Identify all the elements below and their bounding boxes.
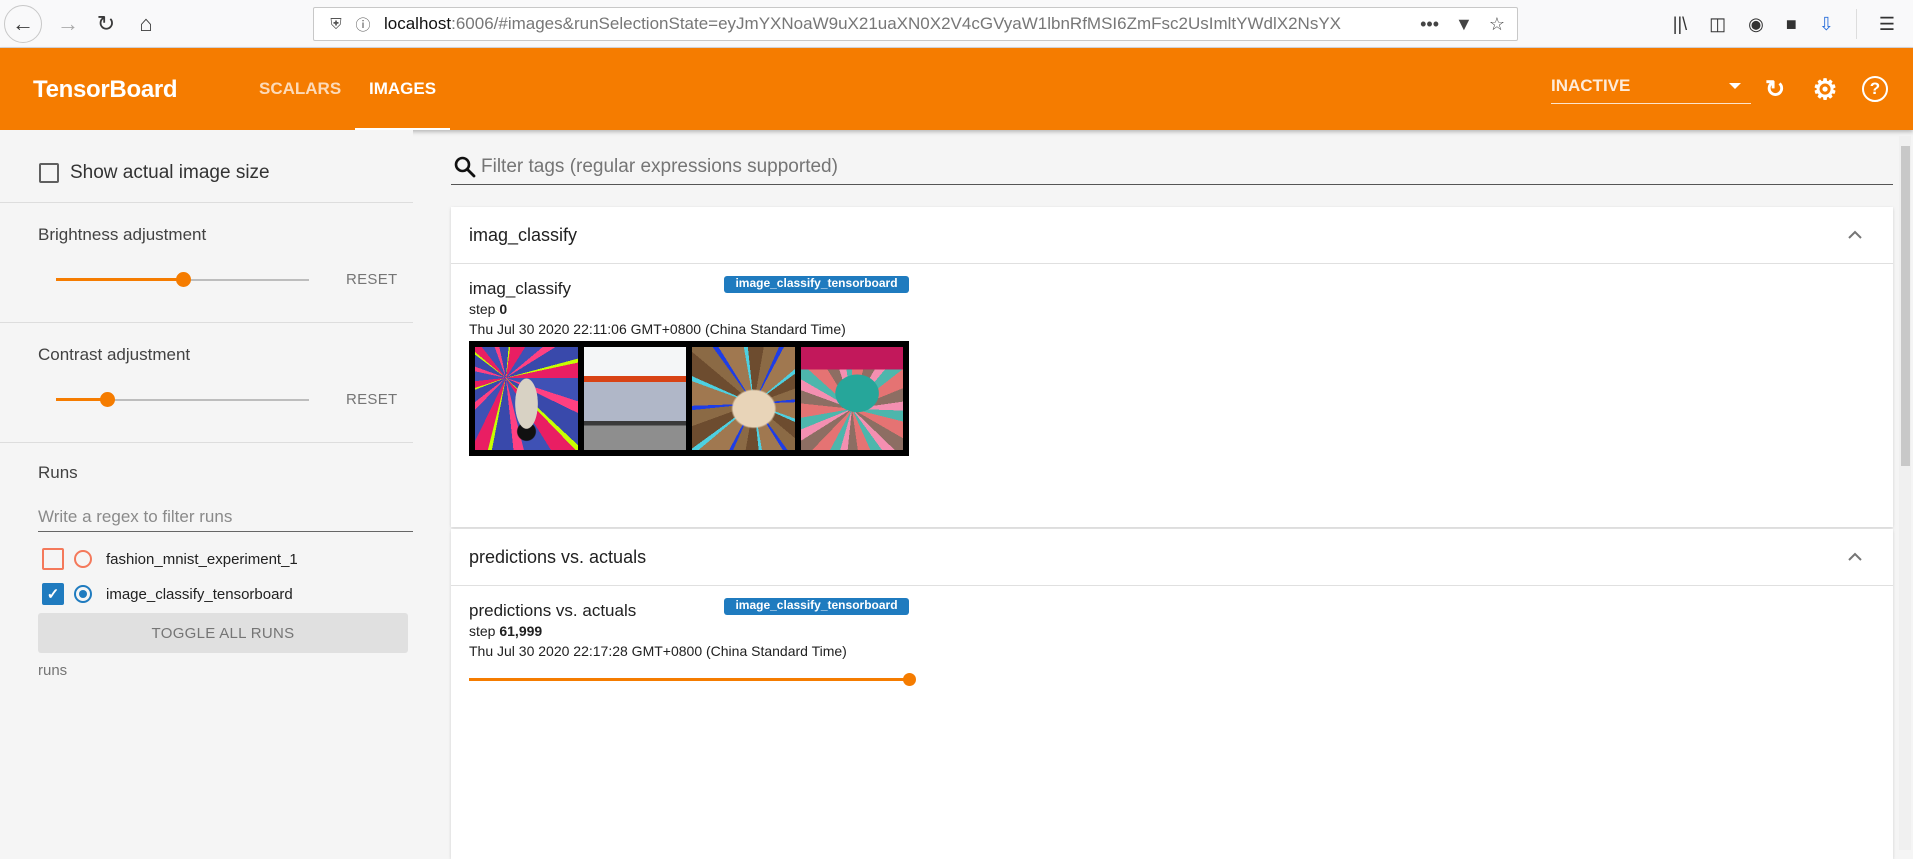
- bookmark-star-icon[interactable]: ☆: [1489, 14, 1505, 35]
- thumbnail-image: [583, 347, 686, 450]
- card-title: imag_classify: [469, 279, 572, 298]
- sidebar: Show actual image size Brightness adjust…: [0, 130, 413, 850]
- step-value: 0: [499, 301, 508, 317]
- download-extension-icon[interactable]: ⇩: [1819, 14, 1834, 35]
- slider-knob[interactable]: [99, 392, 115, 407]
- runs-filter-input[interactable]: [38, 502, 413, 532]
- forward-icon: →: [57, 11, 79, 36]
- reload-mode-value: INACTIVE: [1551, 76, 1631, 95]
- contrast-reset-button[interactable]: RESET: [346, 391, 398, 408]
- home-icon: ⌂: [139, 11, 153, 36]
- back-button[interactable]: ←: [4, 5, 42, 43]
- brightness-reset-button[interactable]: RESET: [346, 271, 398, 288]
- toolbar-divider: [1855, 9, 1857, 39]
- extension-icon[interactable]: ■: [1786, 14, 1797, 35]
- run-checkbox[interactable]: ✓: [42, 583, 64, 605]
- home-button[interactable]: ⌂: [128, 6, 164, 42]
- tag-pane: predictions vs. actuals predictions vs. …: [451, 529, 1893, 859]
- brightness-label: Brightness adjustment: [38, 225, 207, 244]
- refresh-button[interactable]: ↻: [1760, 74, 1790, 104]
- run-checkbox[interactable]: [42, 548, 64, 570]
- brightness-section: Brightness adjustment RESET: [0, 203, 413, 323]
- scrollbar-thumb[interactable]: [1901, 146, 1910, 466]
- pane-title: predictions vs. actuals: [469, 547, 647, 567]
- runs-footer-label: runs: [38, 662, 68, 679]
- tag-filter-input[interactable]: [451, 150, 1893, 185]
- app-header: TensorBoard SCALARS IMAGES INACTIVE ↻ ⚙ …: [0, 48, 1913, 130]
- runs-title: Runs: [38, 463, 78, 482]
- thumbnail-image: [800, 347, 903, 450]
- account-icon[interactable]: ◉: [1748, 14, 1764, 35]
- show-actual-size-section: Show actual image size: [0, 130, 413, 203]
- run-chip: image_classify_tensorboard: [724, 598, 909, 615]
- gear-icon: ⚙: [1812, 73, 1838, 105]
- card-timestamp: Thu Jul 30 2020 22:11:06 GMT+0800 (China…: [469, 321, 846, 337]
- slider-knob[interactable]: [175, 272, 191, 287]
- run-radio[interactable]: [74, 585, 92, 603]
- url-text[interactable]: localhost:6006/#images&runSelectionState…: [384, 14, 1420, 34]
- tag-pane: imag_classify imag_classify image_classi…: [451, 207, 1893, 527]
- show-actual-size-label[interactable]: Show actual image size: [70, 162, 270, 184]
- radio-dot: [79, 555, 87, 563]
- step-slider[interactable]: [469, 673, 916, 687]
- image-grid[interactable]: [469, 341, 909, 456]
- url-host: localhost: [384, 14, 452, 33]
- tab-scalars[interactable]: SCALARS: [245, 48, 355, 130]
- slider-fill: [469, 678, 909, 681]
- card-step: step 61,999: [469, 623, 542, 639]
- main-content: imag_classify imag_classify image_classi…: [413, 130, 1911, 859]
- help-button[interactable]: ?: [1860, 74, 1890, 104]
- reload-mode-select[interactable]: INACTIVE: [1551, 74, 1751, 104]
- scrollbar[interactable]: [1899, 136, 1911, 850]
- contrast-label: Contrast adjustment: [38, 345, 191, 364]
- back-icon: ←: [12, 11, 34, 36]
- card-timestamp: Thu Jul 30 2020 22:17:28 GMT+0800 (China…: [469, 643, 847, 659]
- browser-toolbar: ← → ↻ ⌂ ⛨ ⓘ localhost:6006/#images&runSe…: [0, 0, 1913, 48]
- tab-images[interactable]: IMAGES: [355, 48, 451, 130]
- contrast-slider[interactable]: [56, 390, 309, 410]
- reload-button[interactable]: ↻: [88, 6, 124, 42]
- step-label: step: [469, 301, 496, 317]
- settings-button[interactable]: ⚙: [1810, 73, 1840, 105]
- card-title: predictions vs. actuals: [469, 601, 637, 620]
- run-radio[interactable]: [74, 550, 92, 568]
- run-name: fashion_mnist_experiment_1: [106, 550, 298, 568]
- sidebar-icon[interactable]: ◫: [1709, 14, 1726, 35]
- forward-button[interactable]: →: [50, 6, 86, 42]
- card-step: step 0: [469, 301, 507, 317]
- pane-header[interactable]: predictions vs. actuals: [451, 529, 1893, 586]
- run-item[interactable]: ✓ image_classify_tensorboard: [42, 582, 293, 606]
- more-icon[interactable]: •••: [1420, 14, 1439, 35]
- chevron-up-icon[interactable]: [1845, 547, 1865, 567]
- help-icon: ?: [1862, 76, 1888, 102]
- brightness-slider[interactable]: [56, 270, 309, 290]
- radio-dot: [79, 590, 87, 598]
- contrast-section: Contrast adjustment RESET: [0, 323, 413, 443]
- toggle-all-runs-button[interactable]: TOGGLE ALL RUNS: [38, 613, 408, 653]
- pane-header[interactable]: imag_classify: [451, 207, 1893, 264]
- step-value: 61,999: [499, 623, 543, 639]
- step-label: step: [469, 623, 496, 639]
- thumbnail-image: [475, 347, 578, 450]
- library-icon[interactable]: ||\: [1673, 14, 1687, 35]
- run-item[interactable]: fashion_mnist_experiment_1: [42, 547, 298, 571]
- info-icon[interactable]: ⓘ: [350, 14, 376, 35]
- slider-knob[interactable]: [903, 673, 916, 686]
- reload-icon: ↻: [96, 11, 116, 36]
- chevron-up-icon[interactable]: [1845, 225, 1865, 245]
- dropdown-caret-icon: [1729, 83, 1741, 89]
- slider-fill: [56, 278, 183, 281]
- thumbnail-image: [692, 347, 795, 450]
- url-path: :6006/#images&runSelectionState=eyJmYXNo…: [451, 14, 1342, 33]
- pane-title: imag_classify: [469, 225, 578, 245]
- url-bar[interactable]: ⛨ ⓘ localhost:6006/#images&runSelectionS…: [313, 7, 1518, 41]
- show-actual-size-checkbox[interactable]: [39, 163, 59, 183]
- menu-icon[interactable]: ☰: [1879, 14, 1895, 35]
- run-chip: image_classify_tensorboard: [724, 276, 909, 293]
- app-title: TensorBoard: [33, 76, 178, 103]
- shield-icon[interactable]: ⛨: [322, 16, 350, 33]
- refresh-icon: ↻: [1764, 75, 1786, 103]
- run-name: image_classify_tensorboard: [106, 585, 293, 603]
- pocket-icon[interactable]: ▼: [1455, 14, 1473, 35]
